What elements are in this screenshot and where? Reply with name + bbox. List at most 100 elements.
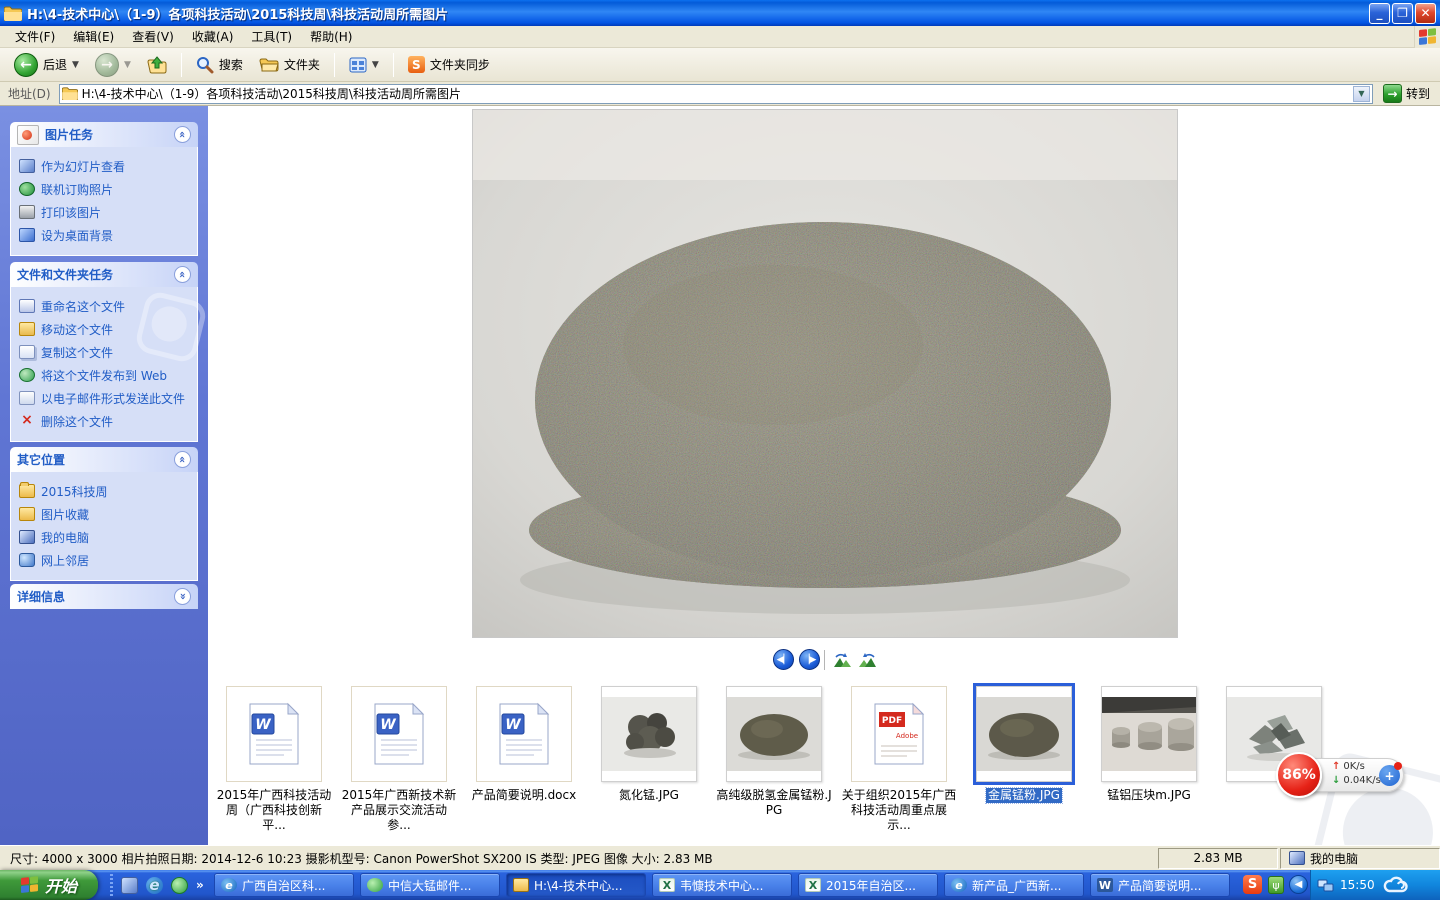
toolbar-separator xyxy=(334,53,335,77)
file-item-selected[interactable]: 金属锰粉.JPG xyxy=(964,686,1084,803)
task-delete-file[interactable]: ×删除这个文件 xyxy=(19,410,193,433)
zone-label: 我的电脑 xyxy=(1310,850,1358,867)
tray-usb-icon[interactable]: ψ xyxy=(1268,876,1284,894)
memory-usage-ball[interactable]: 86% xyxy=(1276,752,1322,798)
file-item[interactable]: 氮化锰.JPG xyxy=(589,686,709,803)
task-print-picture[interactable]: 打印该图片 xyxy=(19,201,193,224)
file-name[interactable]: 高纯级脱氢金属锰粉.JPG xyxy=(714,788,834,818)
place-my-computer[interactable]: 我的电脑 xyxy=(19,526,193,549)
collapse-chevron-icon[interactable]: « xyxy=(174,126,191,143)
go-button[interactable]: → 转到 xyxy=(1377,84,1436,103)
views-button[interactable]: ▼ xyxy=(343,54,385,76)
back-dropdown-icon[interactable]: ▼ xyxy=(72,60,79,70)
file-item[interactable]: W 产品简要说明.docx xyxy=(464,686,584,803)
menu-edit[interactable]: 编辑(E) xyxy=(64,26,123,47)
file-name[interactable]: 氮化锰.JPG xyxy=(589,788,709,803)
menu-favorites[interactable]: 收藏(A) xyxy=(183,26,243,47)
file-item[interactable]: PDFAdobe 关于组织2015年广西科技活动周重点展示... xyxy=(839,686,959,833)
photo-thumbnail-powder-selected[interactable] xyxy=(976,686,1072,782)
taskbar-task-ie-2[interactable]: e新产品_广西新... xyxy=(944,873,1084,897)
folder-sync-button[interactable]: S 文件夹同步 xyxy=(402,53,496,76)
up-button[interactable] xyxy=(141,53,173,77)
file-name[interactable]: 锰铝压块m.JPG xyxy=(1089,788,1209,803)
tray-collapse-chevron[interactable]: ◀ xyxy=(1289,875,1308,894)
file-tasks-header[interactable]: 文件和文件夹任务 « xyxy=(10,262,198,287)
restore-button[interactable]: ❐ xyxy=(1392,3,1413,24)
taskbar-task-word[interactable]: W产品简要说明... xyxy=(1090,873,1230,897)
file-item[interactable]: 锰铝压块m.JPG xyxy=(1089,686,1209,803)
folders-button[interactable]: 文件夹 xyxy=(253,53,326,76)
start-button[interactable]: 开始 xyxy=(0,870,98,900)
minimize-button[interactable]: _ xyxy=(1369,3,1390,24)
place-my-pictures[interactable]: 图片收藏 xyxy=(19,503,193,526)
email-icon xyxy=(19,391,35,405)
menu-tools[interactable]: 工具(T) xyxy=(242,26,301,47)
task-title: 中信大锰邮件... xyxy=(388,877,471,894)
place-network[interactable]: 网上邻居 xyxy=(19,549,193,572)
file-item[interactable]: W 2015年广西科技活动周（广西科技创新平... xyxy=(214,686,334,833)
task-publish-web[interactable]: 将这个文件发布到 Web xyxy=(19,364,193,387)
word-doc-thumbnail[interactable]: W xyxy=(476,686,572,782)
word-doc-thumbnail[interactable]: W xyxy=(351,686,447,782)
photo-thumbnail-briquettes[interactable] xyxy=(1101,686,1197,782)
taskbar-task-excel-2[interactable]: X2015年自治区... xyxy=(798,873,938,897)
photo-thumbnail-lumps[interactable] xyxy=(601,686,697,782)
collapse-chevron-icon[interactable]: « xyxy=(174,451,191,468)
address-dropdown-icon[interactable]: ▼ xyxy=(1353,86,1370,102)
show-desktop-icon[interactable] xyxy=(121,877,138,894)
file-name[interactable]: 2015年广西新技术新产品展示交流活动参... xyxy=(339,788,459,833)
mail-app-icon xyxy=(367,878,383,892)
next-image-button[interactable]: ▕▶ xyxy=(799,649,820,670)
file-name[interactable]: 关于组织2015年广西科技活动周重点展示... xyxy=(839,788,959,833)
net-speed-widget[interactable]: ↑0K/s ↓0.04K/s + 86% xyxy=(1276,752,1408,798)
other-places-header[interactable]: 其它位置 « xyxy=(10,447,198,472)
browser-360-icon[interactable] xyxy=(171,877,188,894)
taskbar-task-excel-1[interactable]: X韦慷技术中心... xyxy=(652,873,792,897)
word-doc-thumbnail[interactable]: W xyxy=(226,686,322,782)
panel-title: 文件和文件夹任务 xyxy=(17,266,113,283)
back-button[interactable]: ← 后退 ▼ xyxy=(8,50,85,80)
taskbar-task-ie[interactable]: e广西自治区科... xyxy=(214,873,354,897)
rotate-clockwise-button[interactable] xyxy=(858,652,878,668)
file-item[interactable]: 高纯级脱氢金属锰粉.JPG xyxy=(714,686,834,818)
picture-tasks-header[interactable]: 图片任务 « xyxy=(10,122,198,147)
taskbar-task-mail[interactable]: 中信大锰邮件... xyxy=(360,873,500,897)
internet-explorer-icon[interactable]: e xyxy=(146,877,163,894)
file-name[interactable]: 2015年广西科技活动周（广西科技创新平... xyxy=(214,788,334,833)
file-item[interactable]: W 2015年广西新技术新产品展示交流活动参... xyxy=(339,686,459,833)
views-dropdown-icon[interactable]: ▼ xyxy=(372,60,379,70)
menu-help[interactable]: 帮助(H) xyxy=(301,26,361,47)
forward-button[interactable]: → ▼ xyxy=(89,50,137,80)
desktop: H:\4-技术中心\（1-9）各项科技活动\2015科技周\科技活动周所需图片 … xyxy=(0,0,1440,900)
photo-thumbnail-powder[interactable] xyxy=(726,686,822,782)
cloud-tray-icon[interactable] xyxy=(1381,875,1411,895)
search-button[interactable]: 搜索 xyxy=(190,53,249,77)
expand-chevron-icon[interactable]: « xyxy=(174,588,191,605)
task-email-file[interactable]: 以电子邮件形式发送此文件 xyxy=(19,387,193,410)
file-name-selected[interactable]: 金属锰粉.JPG xyxy=(986,788,1062,803)
previous-image-button[interactable]: ◀▏ xyxy=(773,649,794,670)
file-name[interactable]: 产品简要说明.docx xyxy=(464,788,584,803)
address-input[interactable]: H:\4-技术中心\（1-9）各项科技活动\2015科技周\科技活动周所需图片 … xyxy=(59,84,1373,104)
task-set-wallpaper[interactable]: 设为桌面背景 xyxy=(19,224,193,247)
task-order-prints[interactable]: 联机订购照片 xyxy=(19,178,193,201)
task-view-slideshow[interactable]: 作为幻灯片查看 xyxy=(19,155,193,178)
taskbar-task-explorer-active[interactable]: H:\4-技术中心... xyxy=(506,873,646,897)
close-button[interactable]: ✕ xyxy=(1415,3,1436,24)
network-tray-icon[interactable] xyxy=(1317,877,1334,894)
rotate-counterclockwise-button[interactable] xyxy=(832,652,852,668)
tray-sogou-icon[interactable]: S xyxy=(1243,875,1262,894)
toolbar-grip[interactable] xyxy=(110,874,113,896)
place-parent-folder[interactable]: 2015科技周 xyxy=(19,480,193,503)
forward-dropdown-icon: ▼ xyxy=(124,60,131,70)
tray-clock[interactable]: 15:50 xyxy=(1340,878,1375,892)
quick-launch-overflow-chevron[interactable]: » xyxy=(196,878,204,892)
pdf-doc-thumbnail[interactable]: PDFAdobe xyxy=(851,686,947,782)
preview-image-manganese-powder[interactable] xyxy=(473,110,1177,637)
menu-view[interactable]: 查看(V) xyxy=(123,26,183,47)
title-bar: H:\4-技术中心\（1-9）各项科技活动\2015科技周\科技活动周所需图片 … xyxy=(0,0,1440,26)
details-header[interactable]: 详细信息 « xyxy=(10,584,198,609)
menu-file[interactable]: 文件(F) xyxy=(6,26,64,47)
task-title: 新产品_广西新... xyxy=(972,877,1061,894)
collapse-chevron-icon[interactable]: « xyxy=(174,266,191,283)
